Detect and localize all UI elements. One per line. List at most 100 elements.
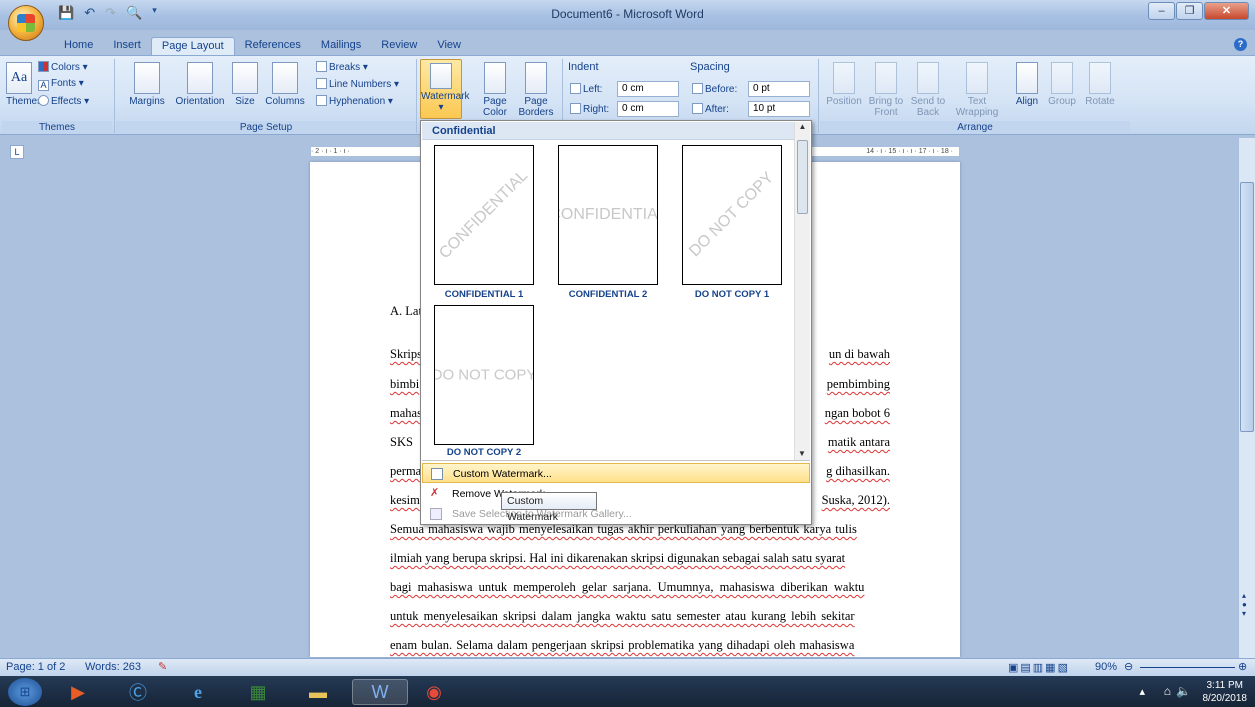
doc-line-frag: matik antara	[827, 435, 890, 449]
watermark-label: CONFIDENTIAL 2	[568, 289, 648, 300]
internet-explorer-icon[interactable]: e	[178, 679, 218, 705]
watermark-do-not-copy-2[interactable]: DO NOT COPY	[434, 305, 534, 445]
tab-references[interactable]: References	[235, 37, 311, 55]
excel-icon[interactable]: ▦	[238, 679, 278, 705]
colors-button[interactable]: Colors ▾	[38, 61, 88, 73]
media-player-icon[interactable]: ▶	[58, 679, 98, 705]
volume-icon[interactable]: 🔈	[1176, 684, 1191, 698]
custom-watermark-item[interactable]: Custom Watermark...	[422, 463, 810, 483]
indent-right-field[interactable]: 0 cm	[617, 101, 679, 117]
vertical-scrollbar[interactable]: ▴ ● ▾	[1238, 138, 1255, 658]
columns-button[interactable]: Columns	[262, 62, 308, 107]
margins-button[interactable]: Margins	[122, 62, 172, 107]
effects-button[interactable]: Effects ▾	[38, 95, 89, 107]
text-wrapping-button[interactable]: Text Wrapping	[952, 62, 1002, 118]
help-icon[interactable]: ?	[1234, 38, 1247, 51]
windows-logo-icon: ⊞	[19, 684, 31, 699]
ribbon-separator	[114, 59, 115, 133]
custom-watermark-icon	[431, 468, 443, 480]
tab-page-layout[interactable]: Page Layout	[150, 37, 235, 55]
remove-watermark-icon: ✗	[430, 487, 440, 499]
page-color-button[interactable]: Page Color	[478, 62, 512, 118]
minimize-button[interactable]: –	[1148, 2, 1175, 20]
scroll-up-icon[interactable]: ▲	[795, 122, 810, 131]
align-button[interactable]: Align	[1010, 62, 1044, 107]
fonts-button[interactable]: A Fonts ▾	[38, 78, 84, 91]
word-count[interactable]: Words: 263	[85, 661, 141, 673]
close-button[interactable]: ✕	[1204, 2, 1249, 20]
watermark-preview-text: DO NOT COPY	[686, 169, 778, 261]
chrome-icon[interactable]: ◉	[414, 679, 454, 705]
orientation-button[interactable]: Orientation	[172, 62, 228, 107]
watermark-gallery: Confidential ▲ ▼ CONFIDENTIAL CONFIDENTI…	[420, 120, 812, 525]
watermark-button[interactable]: Watermark ▾	[420, 59, 470, 119]
ribbon-tabs: Home Insert Page Layout References Maili…	[54, 37, 471, 55]
spacing-before-field[interactable]: 0 pt	[748, 81, 810, 97]
tab-view[interactable]: View	[427, 37, 471, 55]
watermark-label: DO NOT COPY 2	[446, 447, 522, 458]
align-icon	[1016, 62, 1038, 94]
hyphenation-icon	[316, 95, 327, 106]
send-to-back-button[interactable]: Send to Back	[908, 62, 948, 118]
bring-to-front-button[interactable]: Bring to Front	[866, 62, 906, 118]
watermark-confidential-1[interactable]: CONFIDENTIAL	[434, 145, 534, 285]
hyphenation-button[interactable]: Hyphenation ▾	[316, 95, 393, 107]
tab-selector[interactable]: L	[10, 145, 24, 159]
zoom-out-icon[interactable]: ⊖	[1124, 660, 1133, 673]
spacing-after-label: After:	[692, 103, 729, 115]
watermark-confidential-2[interactable]: CONFIDENTIAL	[558, 145, 658, 285]
zoom-slider[interactable]	[1140, 667, 1235, 668]
spacing-after-field[interactable]: 10 pt	[748, 101, 810, 117]
doc-line-frag: SKS	[390, 435, 413, 449]
doc-line: bagi mahasiswa untuk memperoleh gelar sa…	[390, 580, 865, 594]
position-button[interactable]: Position	[822, 62, 866, 107]
maximize-button[interactable]: ❐	[1176, 2, 1203, 20]
watermark-label: CONFIDENTIAL 1	[444, 289, 524, 300]
indent-left-field[interactable]: 0 cm	[617, 81, 679, 97]
page-color-icon	[484, 62, 506, 94]
doc-line-frag: kesim	[390, 493, 420, 507]
browse-object-icons[interactable]: ▴ ● ▾	[1242, 591, 1247, 618]
tab-review[interactable]: Review	[371, 37, 427, 55]
save-to-gallery-item[interactable]: Save Selection to Watermark Gallery...	[422, 504, 810, 524]
clock[interactable]: 3:11 PM 8/20/2018	[1203, 679, 1248, 705]
proofing-icon[interactable]: ✎	[158, 660, 167, 673]
watermark-do-not-copy-1[interactable]: DO NOT COPY	[682, 145, 782, 285]
line-numbers-button[interactable]: Line Numbers ▾	[316, 78, 399, 90]
spacing-before-icon	[692, 83, 703, 94]
group-button[interactable]: Group	[1044, 62, 1080, 107]
spacing-label: Spacing	[690, 61, 730, 73]
remove-watermark-item[interactable]: ✗ Remove Watermark	[422, 484, 810, 504]
scroll-thumb[interactable]	[1240, 182, 1254, 432]
gallery-scrollbar[interactable]: ▲ ▼	[794, 122, 810, 460]
view-buttons[interactable]: ▣▤▥▦▧	[1008, 661, 1070, 674]
tab-mailings[interactable]: Mailings	[311, 37, 371, 55]
tooltip: Custom Watermark	[501, 492, 597, 523]
word-taskbar-button[interactable]: W	[352, 679, 408, 705]
ccleaner-icon[interactable]: Ⓒ	[118, 679, 158, 705]
margins-icon	[134, 62, 160, 94]
gallery-scroll-thumb[interactable]	[797, 140, 808, 214]
doc-line: enam bulan. Selama dalam pengerjaan skri…	[390, 638, 855, 652]
doc-line-frag: ngan bobot 6	[824, 406, 890, 420]
start-button[interactable]: ⊞	[8, 678, 42, 706]
page-count[interactable]: Page: 1 of 2	[6, 661, 65, 673]
network-icon[interactable]: ⌂	[1164, 684, 1171, 698]
office-button[interactable]	[8, 5, 44, 41]
effects-icon	[38, 95, 49, 106]
zoom-level[interactable]: 90%	[1095, 661, 1117, 673]
tray-arrow-icon[interactable]: ▴	[1139, 685, 1145, 698]
taskbar: ⊞ ▶ Ⓒ e ▦ ▬ W ◉ ▴ ⌂ 🔈 3:11 PM 8/20/2018	[0, 676, 1255, 707]
size-button[interactable]: Size	[230, 62, 260, 107]
group-icon	[1051, 62, 1073, 94]
themes-button[interactable]: Aa Themes	[6, 62, 42, 107]
file-explorer-icon[interactable]: ▬	[298, 679, 338, 705]
rotate-button[interactable]: Rotate	[1080, 62, 1120, 107]
tab-insert[interactable]: Insert	[103, 37, 151, 55]
scroll-down-icon[interactable]: ▼	[795, 449, 809, 458]
breaks-button[interactable]: Breaks ▾	[316, 61, 368, 73]
doc-line-frag: un di bawah	[828, 347, 890, 361]
tab-home[interactable]: Home	[54, 37, 103, 55]
page-borders-button[interactable]: Page Borders	[516, 62, 556, 118]
zoom-in-icon[interactable]: ⊕	[1238, 660, 1247, 673]
